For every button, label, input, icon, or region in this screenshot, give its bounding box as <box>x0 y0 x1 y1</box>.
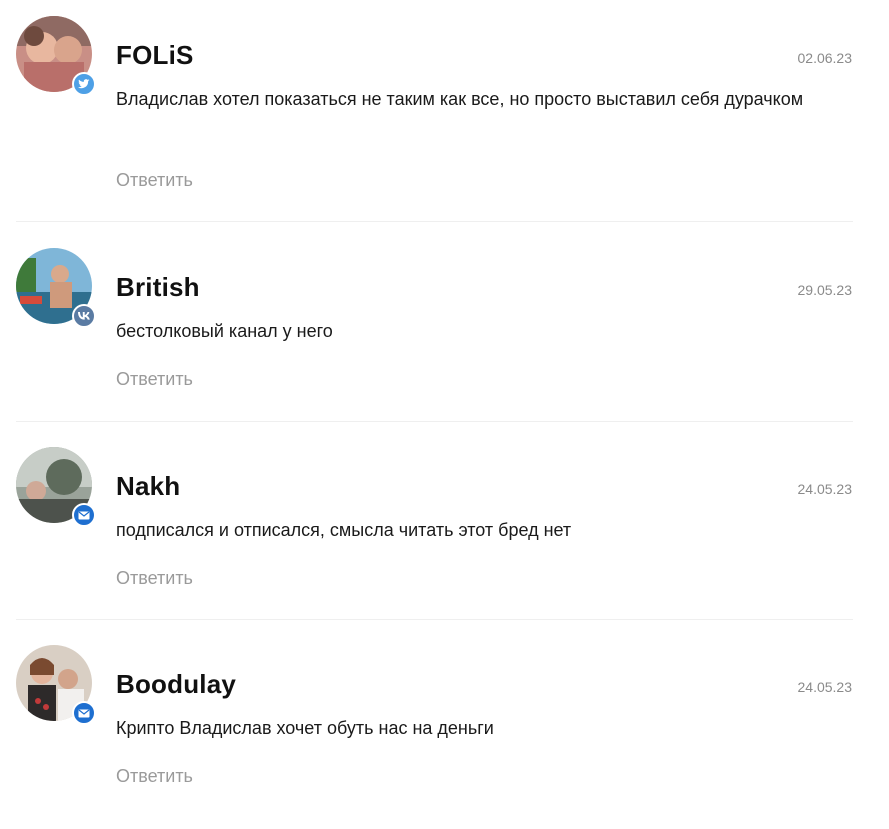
comment-date: 29.05.23 <box>797 282 853 298</box>
vk-icon <box>72 304 96 328</box>
comment-item: Nakh 24.05.23 подписался и отписался, см… <box>0 431 889 631</box>
comment-item: British 29.05.23 бестолковый канал у нег… <box>0 232 889 432</box>
comment-item: FOLiS 02.06.23 Владислав хотел показатьс… <box>0 0 889 222</box>
comment-author: FOLiS <box>116 40 194 70</box>
comments-list: FOLiS 02.06.23 Владислав хотел показатьс… <box>0 0 889 812</box>
comment-text: бестолковый канал у него <box>116 321 333 341</box>
comment-text: Крипто Владислав хочет обуть нас на день… <box>116 718 494 738</box>
twitter-icon <box>72 72 96 96</box>
reply-button[interactable]: Ответить <box>116 170 193 191</box>
comment-author: British <box>116 272 200 302</box>
divider <box>16 619 853 620</box>
comment-item: Boodulay 24.05.23 Крипто Владислав хочет… <box>0 629 889 829</box>
comment-date: 24.05.23 <box>797 481 853 497</box>
comment-text: Владислав хотел показаться не таким как … <box>116 89 804 109</box>
comment-author: Boodulay <box>116 669 237 699</box>
reply-button[interactable]: Ответить <box>116 766 193 787</box>
comment-date: 02.06.23 <box>797 50 853 66</box>
divider <box>16 421 853 422</box>
reply-button[interactable]: Ответить <box>116 369 193 390</box>
divider <box>16 221 853 222</box>
mail-icon <box>72 503 96 527</box>
comment-date: 24.05.23 <box>797 679 853 695</box>
comment-text: подписался и отписался, смысла читать эт… <box>116 520 572 540</box>
reply-button[interactable]: Ответить <box>116 568 193 589</box>
mail-icon <box>72 701 96 725</box>
comment-author: Nakh <box>116 471 181 501</box>
